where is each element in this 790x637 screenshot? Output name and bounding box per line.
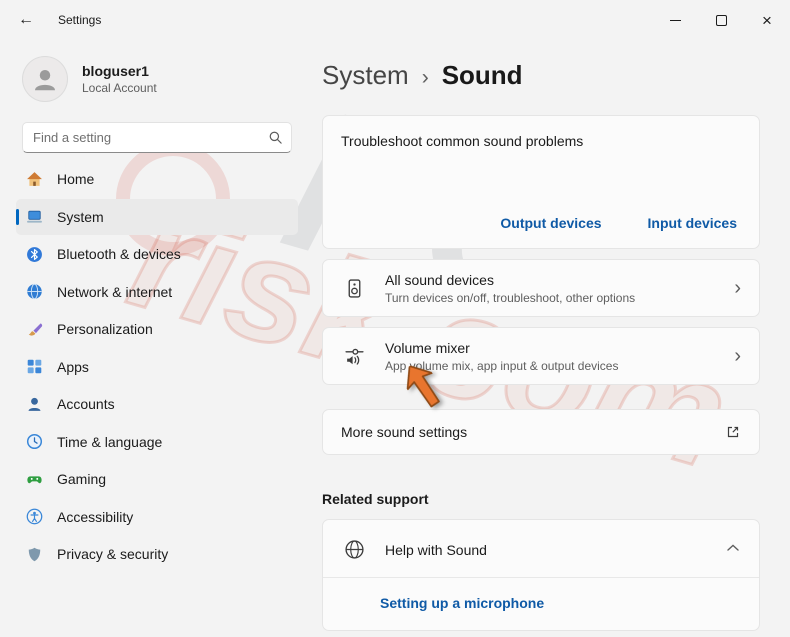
chevron-up-icon[interactable] [725, 540, 741, 560]
search-input[interactable] [22, 122, 292, 153]
sidebar-item-personalization[interactable]: Personalization [16, 311, 298, 347]
sidebar-item-home[interactable]: Home [16, 161, 298, 197]
main-content: System › Sound Troubleshoot common sound… [322, 40, 760, 632]
chevron-right-icon: › [734, 345, 741, 368]
sidebar-item-bluetooth-devices[interactable]: Bluetooth & devices [16, 236, 298, 272]
sidebar-item-label: Privacy & security [57, 546, 169, 562]
sidebar-item-accessibility[interactable]: Accessibility [16, 499, 298, 535]
window-controls: × [652, 0, 790, 40]
maximize-button[interactable] [698, 0, 744, 40]
speaker-icon [344, 278, 365, 299]
close-button[interactable]: × [744, 0, 790, 40]
user-name: bloguser1 [82, 63, 149, 79]
user-account-type: Local Account [82, 81, 157, 95]
clock-icon [26, 433, 43, 450]
row-text: All sound devices Turn devices on/off, t… [385, 272, 635, 305]
minimize-icon [669, 19, 681, 21]
breadcrumb-separator: › [421, 66, 429, 89]
game-controller-icon [26, 471, 43, 488]
sidebar-item-gaming[interactable]: Gaming [16, 461, 298, 497]
settings-window: ← Settings × bloguser1 Local Account Fin… [0, 0, 790, 637]
sidebar-item-apps[interactable]: Apps [16, 349, 298, 385]
maximize-icon [715, 14, 727, 26]
network-globe-icon [26, 283, 43, 300]
sidebar-item-label: Home [57, 171, 95, 187]
sidebar-item-label: Time & language [57, 433, 163, 450]
system-icon [26, 208, 43, 225]
accessibility-icon [26, 508, 43, 525]
breadcrumb-system[interactable]: System [322, 60, 409, 91]
window-title: Settings [58, 13, 102, 27]
more-sound-settings-row[interactable]: More sound settings [322, 409, 760, 456]
related-support-heading: Related support [322, 491, 429, 508]
help-with-sound-row[interactable]: Help with Sound [323, 520, 759, 577]
person-icon [35, 70, 55, 91]
accounts-person-icon [26, 396, 43, 413]
troubleshoot-title: Troubleshoot common sound problems [341, 133, 584, 150]
output-devices-link[interactable]: Output devices [500, 215, 601, 231]
help-title: Help with Sound [385, 541, 487, 558]
sidebar-item-label: Apps [57, 358, 89, 375]
sidebar-item-label: Personalization [57, 321, 153, 337]
sidebar-item-label: Network & internet [57, 283, 173, 300]
row-title: Volume mixer [385, 339, 470, 356]
home-icon [26, 171, 43, 188]
search-box [22, 122, 292, 153]
sidebar-item-label: System [57, 208, 104, 225]
sidebar-item-accounts[interactable]: Accounts [16, 386, 298, 422]
sidebar-item-system[interactable]: System [16, 198, 298, 235]
sidebar-item-label: Bluetooth & devices [57, 246, 181, 262]
troubleshoot-links: Output devices Input devices [500, 215, 737, 231]
sidebar-item-label: Gaming [57, 471, 107, 487]
sidebar-item-network-internet[interactable]: Network & internet [16, 274, 298, 310]
help-card: Help with Sound Setting up a microphone [322, 519, 760, 632]
avatar [22, 56, 68, 102]
user-text: bloguser1 Local Account [82, 63, 157, 95]
apps-grid-icon [26, 358, 43, 375]
sidebar-nav: Home System Bluetooth & devices Network … [0, 161, 312, 572]
page-title-sound: Sound [441, 60, 523, 90]
row-subtitle: Turn devices on/off, troubleshoot, other… [385, 290, 636, 305]
row-title: All sound devices [385, 271, 494, 288]
external-link-icon [725, 424, 741, 440]
volume-mixer-icon [344, 346, 365, 367]
all-sound-devices-row[interactable]: All sound devices Turn devices on/off, t… [322, 259, 760, 318]
chevron-right-icon: › [734, 277, 741, 300]
row-title: More sound settings [341, 424, 468, 441]
user-profile[interactable]: bloguser1 Local Account [0, 40, 312, 110]
troubleshoot-card: Troubleshoot common sound problems Outpu… [322, 115, 760, 250]
shield-icon [26, 546, 43, 563]
volume-mixer-row[interactable]: Volume mixer App volume mix, app input &… [322, 327, 760, 386]
sidebar-item-time-language[interactable]: Time & language [16, 424, 298, 460]
globe-icon [344, 539, 365, 560]
sidebar: bloguser1 Local Account Home System Blue… [0, 40, 312, 637]
bluetooth-icon [26, 246, 43, 263]
sidebar-item-label: Accessibility [57, 508, 134, 525]
search-icon [268, 130, 283, 145]
personalization-brush-icon [26, 321, 43, 338]
back-button[interactable]: ← [18, 11, 44, 29]
titlebar: ← Settings × [0, 0, 790, 40]
sidebar-item-label: Accounts [57, 396, 115, 412]
setting-up-microphone-link[interactable]: Setting up a microphone [323, 578, 759, 630]
input-devices-link[interactable]: Input devices [648, 215, 737, 231]
sidebar-item-privacy-security[interactable]: Privacy & security [16, 536, 298, 572]
breadcrumb: System › Sound [322, 60, 760, 91]
minimize-button[interactable] [652, 0, 698, 40]
